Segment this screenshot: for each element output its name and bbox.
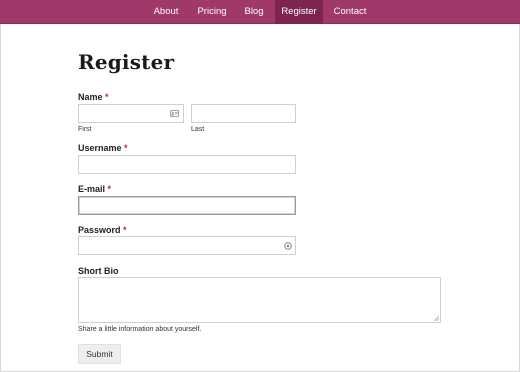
password-label: Password *: [78, 225, 127, 235]
nav-item-blog[interactable]: Blog: [236, 0, 272, 24]
email-label: E-mail *: [78, 184, 111, 194]
first-name-input[interactable]: [78, 104, 184, 123]
nav-item-pricing[interactable]: Pricing: [190, 0, 234, 24]
bio-label-text: Short Bio: [78, 266, 119, 276]
password-input[interactable]: [78, 236, 296, 255]
required-mark: *: [107, 184, 112, 194]
first-sublabel: First: [78, 126, 92, 133]
required-mark: *: [105, 92, 109, 102]
nav-item-about[interactable]: About: [145, 0, 187, 24]
password-reveal-icon[interactable]: [284, 242, 292, 250]
contact-card-icon[interactable]: [170, 110, 179, 117]
page-title: Register: [78, 50, 175, 74]
bio-textarea[interactable]: [78, 277, 441, 323]
submit-button[interactable]: Submit: [78, 344, 121, 364]
bio-helper-text: Share a little information about yoursel…: [78, 326, 202, 333]
password-label-text: Password: [78, 225, 121, 235]
required-mark: *: [123, 225, 127, 235]
top-navbar: About Pricing Blog Register Contact: [0, 0, 520, 24]
nav-item-contact[interactable]: Contact: [326, 0, 374, 24]
nav-item-register[interactable]: Register: [275, 0, 323, 24]
email-input[interactable]: [78, 196, 296, 215]
bio-label: Short Bio: [78, 266, 119, 276]
name-label-text: Name: [78, 92, 103, 102]
username-label-text: Username: [78, 143, 122, 153]
resize-handle-icon[interactable]: [433, 315, 439, 321]
last-name-input[interactable]: [191, 104, 296, 123]
last-sublabel: Last: [191, 126, 205, 133]
username-input[interactable]: [78, 155, 296, 174]
username-label: Username *: [78, 143, 128, 153]
name-label: Name *: [78, 92, 109, 102]
required-mark: *: [124, 143, 128, 153]
email-label-text: E-mail: [78, 184, 106, 194]
